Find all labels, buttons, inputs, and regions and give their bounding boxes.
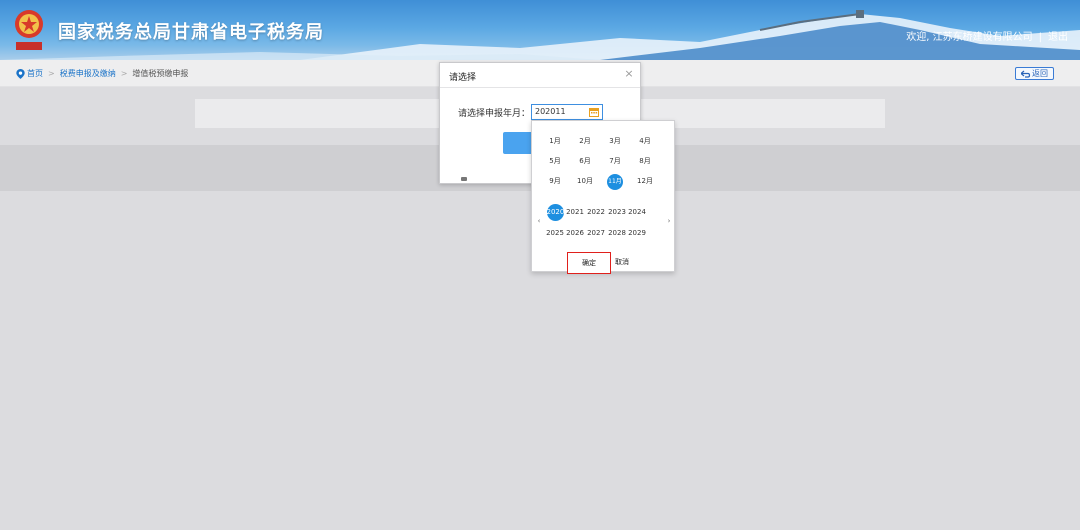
- month-12[interactable]: 12月: [632, 173, 658, 189]
- month-11-selected[interactable]: 11月: [602, 173, 628, 190]
- breadcrumb-arrow: >: [48, 69, 55, 78]
- user-area: 欢迎, 江苏东桥建设有限公司 | 退出: [906, 28, 1068, 43]
- breadcrumb: 首页 > 税费申报及缴纳 > 增值税预缴申报: [16, 68, 188, 79]
- year-2025[interactable]: 2025: [545, 225, 565, 241]
- header-separator: |: [1038, 32, 1042, 43]
- year-2023[interactable]: 2023: [607, 204, 627, 220]
- logout-link[interactable]: 退出: [1048, 32, 1068, 43]
- dialog-title: 请选择: [449, 73, 477, 83]
- tax-emblem-logo: [15, 10, 43, 50]
- back-arrow-icon: [1021, 70, 1031, 78]
- location-pin-icon: [16, 68, 25, 79]
- close-icon[interactable]: ×: [624, 68, 634, 79]
- breadcrumb-tax-declaration[interactable]: 税费申报及缴纳: [60, 68, 116, 79]
- year-2027[interactable]: 2027: [586, 225, 606, 241]
- dialog-divider: [440, 87, 640, 88]
- welcome-text: 欢迎, 江苏东桥建设有限公司: [906, 32, 1033, 43]
- month-3[interactable]: 3月: [602, 133, 628, 149]
- year-2024[interactable]: 2024: [627, 204, 647, 220]
- month-6[interactable]: 6月: [572, 153, 598, 169]
- dialog-confirm-button[interactable]: [503, 132, 533, 154]
- back-button-label: 返回: [1032, 69, 1048, 78]
- back-button[interactable]: 返回: [1015, 67, 1054, 80]
- year-2022[interactable]: 2022: [586, 204, 606, 220]
- year-2029[interactable]: 2029: [627, 225, 647, 241]
- breadcrumb-arrow: >: [120, 69, 128, 78]
- year-2026[interactable]: 2026: [565, 225, 585, 241]
- dialog-footer-mark: [461, 177, 467, 181]
- breadcrumb-current: 增值税预缴申报: [132, 69, 189, 78]
- selected-year-label: 2020: [546, 204, 564, 221]
- month-8[interactable]: 8月: [632, 153, 658, 169]
- year-2028[interactable]: 2028: [607, 225, 627, 241]
- site-title: 国家税务总局甘肃省电子税务局: [58, 22, 324, 43]
- month-1[interactable]: 1月: [542, 133, 568, 149]
- month-10[interactable]: 10月: [572, 173, 598, 189]
- month-4[interactable]: 4月: [632, 133, 658, 149]
- month-2[interactable]: 2月: [572, 133, 598, 149]
- year-2020-selected[interactable]: 2020: [545, 204, 565, 221]
- month-year-picker: 1月 2月 3月 4月 5月 6月 7月 8月 9月 10月 11月 12月 ‹…: [531, 120, 675, 274]
- calendar-icon[interactable]: [589, 107, 599, 117]
- prev-years-arrow[interactable]: ‹: [535, 217, 543, 225]
- breadcrumb-home[interactable]: 首页: [27, 68, 43, 79]
- month-5[interactable]: 5月: [542, 153, 568, 169]
- year-2021[interactable]: 2021: [565, 204, 585, 220]
- top-header: 国家税务总局甘肃省电子税务局 欢迎, 江苏东桥建设有限公司 | 退出: [0, 0, 1080, 60]
- next-years-arrow[interactable]: ›: [665, 217, 673, 225]
- picker-cancel-button[interactable]: 取消: [615, 257, 629, 267]
- selected-month-label: 11月: [607, 174, 623, 190]
- picker-ok-button[interactable]: 确定: [567, 252, 611, 274]
- period-label: 请选择申报年月：: [458, 109, 531, 119]
- month-7[interactable]: 7月: [602, 153, 628, 169]
- month-9[interactable]: 9月: [542, 173, 568, 189]
